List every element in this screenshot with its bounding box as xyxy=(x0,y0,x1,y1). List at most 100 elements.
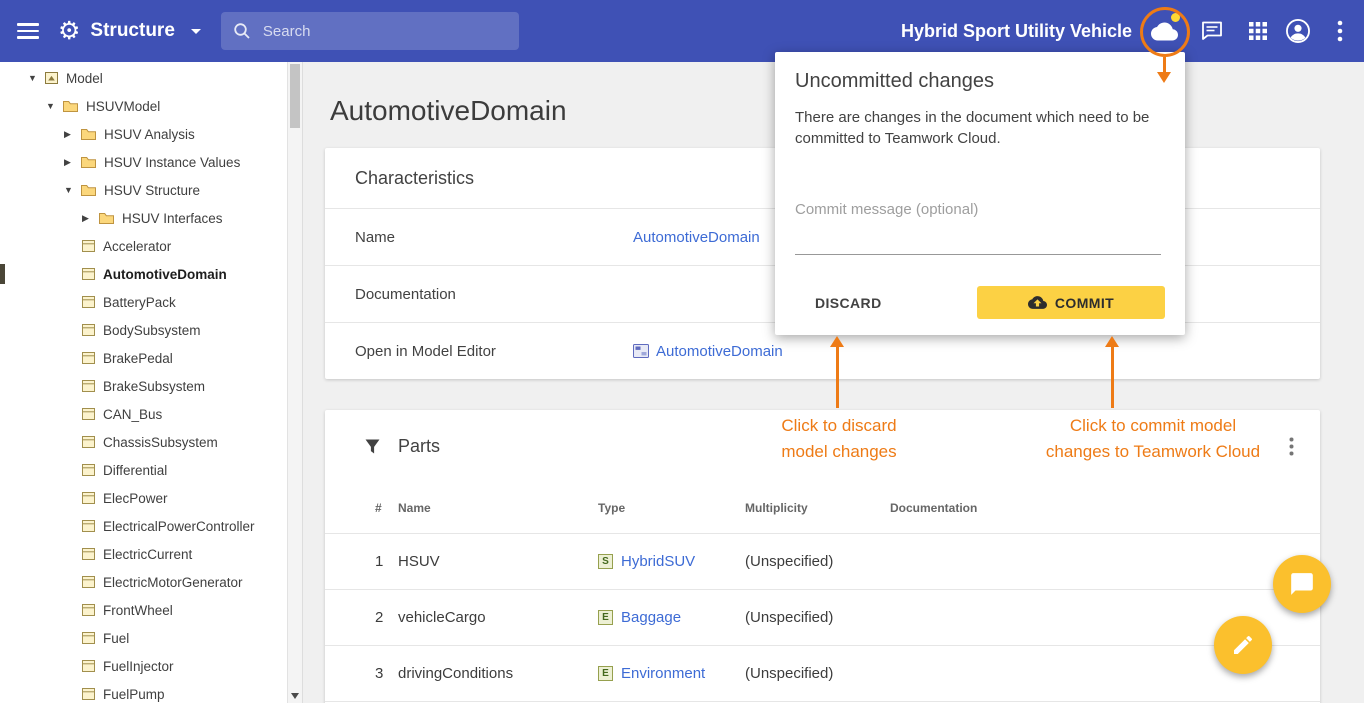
commit-message-input[interactable] xyxy=(795,197,1161,255)
tree-item[interactable]: FrontWheel xyxy=(0,596,287,624)
account-button[interactable] xyxy=(1277,10,1319,52)
tree-item[interactable]: BodySubsystem xyxy=(0,316,287,344)
name-value-link[interactable]: AutomotiveDomain xyxy=(633,229,760,246)
tree-item-label: BatteryPack xyxy=(103,295,176,310)
tree-item-label: HSUVModel xyxy=(86,99,160,114)
tree-item[interactable]: AutomotiveDomain xyxy=(0,260,287,288)
parts-table-row[interactable]: 3 drivingConditions E Environment (Unspe… xyxy=(325,646,1320,702)
commit-button[interactable]: COMMIT xyxy=(977,286,1165,319)
expand-arrow-icon[interactable] xyxy=(28,73,45,83)
part-number-cell: 1 xyxy=(325,534,398,590)
node-icon xyxy=(82,632,95,644)
edit-fab[interactable] xyxy=(1214,616,1272,674)
diagram-icon xyxy=(633,344,649,358)
pencil-icon xyxy=(1231,633,1255,657)
parts-table: # Name Type Multiplicity Documentation 1… xyxy=(325,482,1320,702)
more-options-button[interactable] xyxy=(1324,10,1356,52)
part-multiplicity-cell: (Unspecified) xyxy=(745,646,890,702)
tree-item[interactable]: Differential xyxy=(0,456,287,484)
tree-item[interactable]: FuelPump xyxy=(0,680,287,703)
search-input[interactable] xyxy=(261,22,507,41)
tree-item[interactable]: HSUV Interfaces xyxy=(0,204,287,232)
popup-title: Uncommitted changes xyxy=(795,70,1165,93)
sidebar-scrollbar[interactable] xyxy=(287,62,302,703)
kebab-menu-icon xyxy=(1337,20,1343,42)
comments-icon xyxy=(1201,21,1223,41)
tree-item[interactable]: CAN_Bus xyxy=(0,400,287,428)
parts-table-row[interactable]: 2 vehicleCargo E Baggage (Unspecified) xyxy=(325,590,1320,646)
column-header: Name xyxy=(398,482,598,534)
column-header: # xyxy=(325,482,398,534)
part-type-link[interactable]: Baggage xyxy=(621,609,681,626)
expand-arrow-icon[interactable] xyxy=(64,157,81,168)
tree-item[interactable]: ChassisSubsystem xyxy=(0,428,287,456)
node-icon xyxy=(82,548,95,560)
comments-fab[interactable] xyxy=(1273,555,1331,613)
part-type-cell: E Environment xyxy=(598,646,745,702)
annotation-text-line: changes to Teamwork Cloud xyxy=(1028,439,1278,465)
popup-actions: DISCARD COMMIT xyxy=(795,286,1165,319)
node-icon xyxy=(99,212,114,224)
tree-item-label: ElecPower xyxy=(103,491,168,506)
tree-item[interactable]: HSUV Analysis xyxy=(0,120,287,148)
tree-item-label: ElectricMotorGenerator xyxy=(103,575,243,590)
tree-item[interactable]: ElectricMotorGenerator xyxy=(0,568,287,596)
part-type-link[interactable]: HybridSUV xyxy=(621,553,695,570)
tree-item-label: ElectricalPowerController xyxy=(103,519,255,534)
part-type-cell: S HybridSUV xyxy=(598,534,745,590)
column-header: Multiplicity xyxy=(745,482,890,534)
expand-arrow-icon[interactable] xyxy=(46,101,63,111)
apps-grid-icon xyxy=(1249,22,1267,40)
filter-icon[interactable] xyxy=(365,439,380,454)
hamburger-icon xyxy=(17,19,39,43)
tree-item-label: Fuel xyxy=(103,631,129,646)
tree-item[interactable]: HSUVModel xyxy=(0,92,287,120)
tree-item-label: BrakePedal xyxy=(103,351,173,366)
expand-arrow-icon[interactable] xyxy=(82,213,99,224)
tree-item[interactable]: BatteryPack xyxy=(0,288,287,316)
property-value: AutomotiveDomain xyxy=(633,343,783,360)
annotation-arrow-down-head xyxy=(1157,72,1171,83)
node-icon xyxy=(82,240,95,252)
comments-button[interactable] xyxy=(1191,10,1233,52)
gear-icon: ⚙ xyxy=(58,19,80,44)
scrollbar-thumb[interactable] xyxy=(290,64,300,128)
part-type-link[interactable]: Environment xyxy=(621,665,705,682)
tree-item-label: BrakeSubsystem xyxy=(103,379,205,394)
tree-item[interactable]: Model xyxy=(0,64,287,92)
tree-item[interactable]: ElecPower xyxy=(0,484,287,512)
view-title-label: Structure xyxy=(90,20,174,42)
annotation-arrow-up-commit-line xyxy=(1111,346,1114,408)
tree-item[interactable]: BrakePedal xyxy=(0,344,287,372)
discard-button[interactable]: DISCARD xyxy=(799,287,898,319)
tree-item[interactable]: ElectricalPowerController xyxy=(0,512,287,540)
menu-button[interactable] xyxy=(6,9,50,53)
parts-menu-button[interactable] xyxy=(1274,426,1308,466)
apps-grid-button[interactable] xyxy=(1237,10,1279,52)
part-documentation-cell xyxy=(890,534,1320,590)
property-value: AutomotiveDomain xyxy=(633,229,760,246)
tree-item[interactable]: FuelInjector xyxy=(0,652,287,680)
node-icon xyxy=(82,660,95,672)
tree-item[interactable]: Accelerator xyxy=(0,232,287,260)
parts-table-row[interactable]: 1 HSUV S HybridSUV (Unspecified) xyxy=(325,534,1320,590)
annotation-text-line: Click to discard xyxy=(758,413,920,439)
tree-item[interactable]: HSUV Instance Values xyxy=(0,148,287,176)
tree-item[interactable]: BrakeSubsystem xyxy=(0,372,287,400)
node-icon xyxy=(82,464,95,476)
annotation-text-line: model changes xyxy=(758,439,920,465)
tree-item-label: Accelerator xyxy=(103,239,171,254)
tree-item[interactable]: Fuel xyxy=(0,624,287,652)
parts-table-header-row: # Name Type Multiplicity Documentation xyxy=(325,482,1320,534)
scroll-down-arrow-icon[interactable] xyxy=(291,693,299,699)
expand-arrow-icon[interactable] xyxy=(64,185,81,195)
tree-item-label: FuelInjector xyxy=(103,659,174,674)
node-icon xyxy=(81,184,96,196)
expand-arrow-icon[interactable] xyxy=(64,129,81,140)
caret-down-icon xyxy=(191,29,201,34)
open-in-editor-link[interactable]: AutomotiveDomain xyxy=(656,343,783,360)
tree-item[interactable]: HSUV Structure xyxy=(0,176,287,204)
view-switcher-dropdown[interactable]: ⚙ Structure xyxy=(58,19,201,44)
tree-item[interactable]: ElectricCurrent xyxy=(0,540,287,568)
node-icon xyxy=(82,520,95,532)
